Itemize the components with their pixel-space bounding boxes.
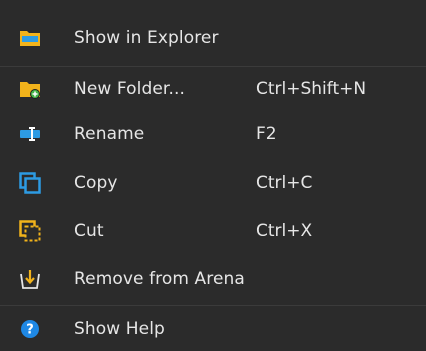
rename-icon [18, 122, 42, 146]
menu-item-label: Show Help [74, 318, 165, 339]
menu-item-shortcut: Ctrl+C [256, 172, 313, 193]
remove-icon [18, 267, 42, 291]
copy-icon [18, 171, 42, 195]
context-menu: Show in Explorer New Folder... Ctrl+Shif… [0, 0, 426, 350]
svg-text:?: ? [26, 322, 34, 337]
menu-item-new-folder[interactable]: New Folder... Ctrl+Shift+N [0, 66, 426, 111]
menu-item-shortcut: Ctrl+Shift+N [256, 78, 367, 99]
menu-item-label: Copy [74, 172, 118, 193]
menu-item-shortcut: Ctrl+X [256, 220, 313, 241]
menu-item-label: New Folder... [74, 78, 185, 99]
menu-item-show-help[interactable]: ? Show Help [0, 306, 426, 351]
cut-icon [18, 219, 42, 243]
menu-item-show-in-explorer[interactable]: Show in Explorer [0, 15, 426, 60]
menu-item-rename[interactable]: Rename F2 [0, 111, 426, 156]
menu-item-label: Rename [74, 123, 145, 144]
menu-item-cut[interactable]: Cut Ctrl+X [0, 208, 426, 253]
menu-item-remove-from-arena[interactable]: Remove from Arena [0, 256, 426, 301]
menu-item-label: Remove from Arena [74, 268, 245, 289]
new-folder-icon [18, 77, 42, 101]
menu-item-label: Cut [74, 220, 104, 241]
menu-item-copy[interactable]: Copy Ctrl+C [0, 160, 426, 205]
menu-item-shortcut: F2 [256, 123, 277, 144]
menu-item-label: Show in Explorer [74, 27, 219, 48]
help-icon: ? [18, 317, 42, 341]
folder-open-icon [18, 26, 42, 50]
